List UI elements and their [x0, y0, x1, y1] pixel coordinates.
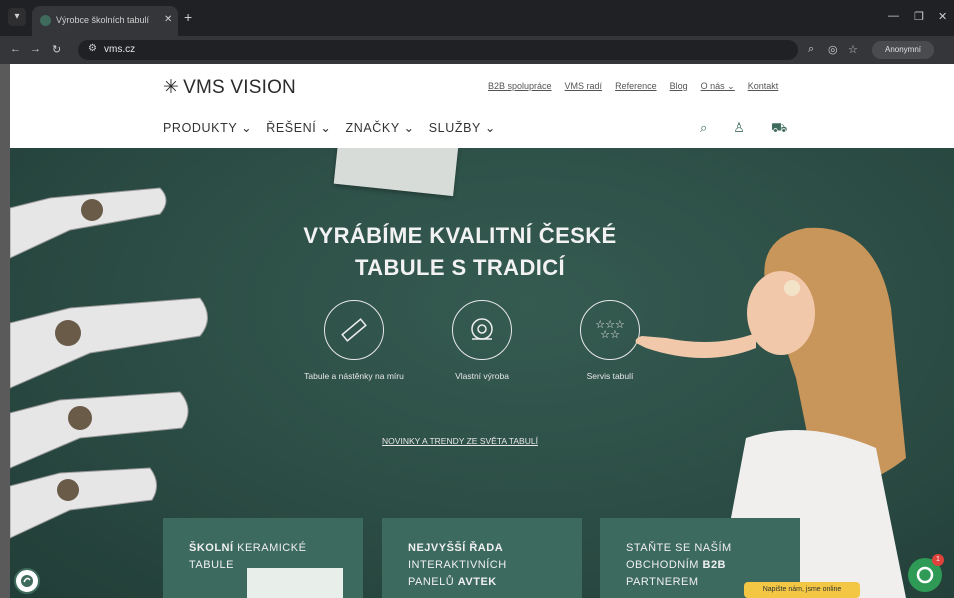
- feature-label: Vlastní výroba: [455, 371, 509, 381]
- eco-badge-icon[interactable]: [14, 568, 40, 594]
- url-text: vms.cz: [104, 44, 136, 55]
- chevron-down-icon: ⌄: [484, 121, 496, 135]
- chat-prompt[interactable]: Napište nám, jsme online: [744, 582, 860, 598]
- hero-title: VYRÁBÍME KVALITNÍ ČESKÉ TABULE S TRADICÍ: [303, 223, 617, 280]
- website: ✳ VMS VISION B2B spolupráce VMS radí Refe…: [10, 64, 954, 598]
- close-window-icon[interactable]: ✕: [938, 10, 947, 23]
- menu-item-produkty[interactable]: PRODUKTY ⌄: [163, 120, 252, 135]
- chevron-down-icon: ⌄: [241, 121, 253, 135]
- logo-text: VMS VISION: [183, 77, 296, 98]
- user-icon[interactable]: ♙: [733, 120, 745, 138]
- main-menu: PRODUKTY ⌄ ŘEŠENÍ ⌄ ZNAČKY ⌄ SLUŽBY ⌄: [163, 120, 496, 135]
- hero-banner: VYRÁBÍME KVALITNÍ ČESKÉ TABULE S TRADICÍ…: [10, 148, 954, 598]
- tab-bar: ▾ Výrobce školních tabulí | VMS ✕ + — ❐ …: [0, 0, 954, 36]
- tab-close-icon[interactable]: ✕: [164, 14, 172, 25]
- site-header: ✳ VMS VISION B2B spolupráce VMS radí Refe…: [10, 64, 954, 148]
- search-icon[interactable]: ⌕: [700, 120, 707, 138]
- browser-tab[interactable]: Výrobce školních tabulí | VMS ✕: [32, 6, 178, 36]
- saw-blade-icon: [452, 300, 512, 360]
- minimize-icon[interactable]: —: [888, 10, 899, 22]
- incognito-eye-icon[interactable]: ◎: [828, 43, 838, 56]
- menu-item-reseni[interactable]: ŘEŠENÍ ⌄: [266, 120, 331, 135]
- header-icons: ⌕ ♙ ⛟: [700, 120, 787, 138]
- url-input[interactable]: ⚙ vms.cz: [78, 40, 798, 60]
- util-link-reference[interactable]: Reference: [615, 81, 657, 92]
- card-avtek-panels[interactable]: NEJVYŠŠÍ ŘADA INTERAKTIVNÍCH PANELŮ AVTEK: [382, 518, 582, 598]
- utility-links: B2B spolupráce VMS radí Reference Blog O…: [488, 81, 778, 92]
- feature-own-production[interactable]: Vlastní výroba: [422, 300, 542, 382]
- chevron-down-icon: ⌄: [403, 121, 415, 135]
- reload-icon[interactable]: ↻: [52, 43, 61, 56]
- zoom-icon[interactable]: ⌕: [808, 43, 814, 56]
- menu-item-znacky[interactable]: ZNAČKY ⌄: [345, 120, 414, 135]
- chevron-down-icon: ⌄: [320, 121, 332, 135]
- forward-icon[interactable]: →: [30, 43, 41, 55]
- bookmark-star-icon[interactable]: ☆: [848, 43, 858, 56]
- profile-button[interactable]: Anonymní: [872, 41, 934, 59]
- feature-custom-boards[interactable]: Tabule a nástěnky na míru: [294, 300, 414, 382]
- tab-title: Výrobce školních tabulí | VMS: [56, 15, 152, 25]
- paper-note-image: [333, 148, 459, 197]
- maximize-icon[interactable]: ❐: [914, 10, 924, 23]
- ruler-icon: [324, 300, 384, 360]
- new-tab-icon[interactable]: +: [184, 10, 192, 24]
- browser-window: ▾ Výrobce školních tabulí | VMS ✕ + — ❐ …: [0, 0, 954, 598]
- site-logo[interactable]: ✳ VMS VISION: [163, 76, 296, 99]
- cart-icon[interactable]: ⛟: [771, 120, 787, 138]
- tab-search-icon[interactable]: ▾: [8, 8, 26, 26]
- util-link-o-nas[interactable]: O nás ⌄: [701, 81, 735, 92]
- site-info-icon[interactable]: ⚙: [88, 43, 97, 54]
- chat-notification-badge: 1: [932, 554, 944, 566]
- util-link-blog[interactable]: Blog: [670, 81, 688, 92]
- address-bar: ← → ↻ ⚙ vms.cz ⌕ ◎ ☆ Anonymní: [0, 36, 954, 64]
- news-link[interactable]: NOVINKY A TRENDY ZE SVĚTA TABULÍ: [340, 436, 580, 446]
- card-board-image: [247, 568, 343, 598]
- util-link-b2b[interactable]: B2B spolupráce: [488, 81, 552, 92]
- util-link-kontakt[interactable]: Kontakt: [748, 81, 779, 92]
- back-icon[interactable]: ←: [10, 43, 21, 55]
- card-ceramic-boards[interactable]: ŠKOLNÍ KERAMICKÉ TABULE: [163, 518, 363, 598]
- menu-item-sluzby[interactable]: SLUŽBY ⌄: [429, 120, 496, 135]
- tab-favicon-icon: [40, 15, 51, 26]
- util-link-vms-radi[interactable]: VMS radí: [565, 81, 603, 92]
- feature-label: Tabule a nástěnky na míru: [304, 371, 404, 381]
- logo-asterisk-icon: ✳: [163, 77, 180, 98]
